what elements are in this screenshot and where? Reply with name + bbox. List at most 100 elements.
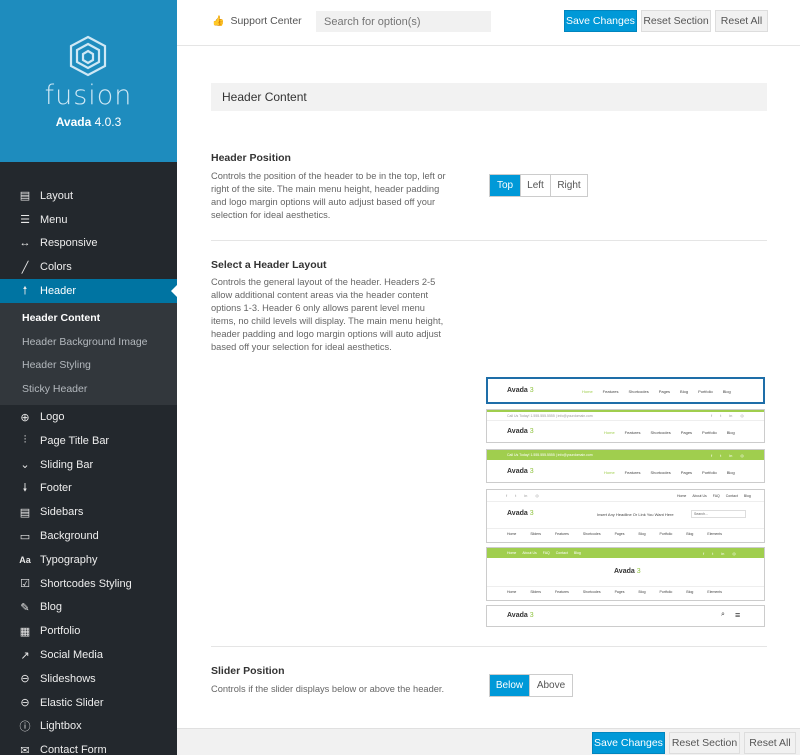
- chevron-down-icon: ⌄: [20, 459, 30, 472]
- thumb-top-links: Home About Us FAQ Contact Blog: [677, 494, 751, 498]
- header-layout-4-thumbnail[interactable]: f t in ◎ Home About Us FAQ Contact Blog Avada 3…: [486, 489, 765, 543]
- header-layout-title: Select a Header Layout: [211, 259, 327, 271]
- thumb-contact: Call Us Today! 1.555.555.5555 | info@you…: [507, 453, 593, 457]
- sidebar-item-contact-form[interactable]: ✉ Contact Form: [0, 738, 177, 755]
- header-subnav: Header Content Header Background Image H…: [0, 302, 177, 406]
- arrow-up-icon: 🠕: [22, 284, 28, 297]
- subnav-header-styling[interactable]: Header Styling: [0, 354, 177, 378]
- subnav-sticky-header[interactable]: Sticky Header: [0, 377, 177, 401]
- header-layout-1-thumbnail[interactable]: Avada 3 Home Features Shortcodes Pages Blog P…: [486, 377, 765, 404]
- sidebar-item-colors[interactable]: ╱ Colors: [0, 255, 177, 279]
- sidebar-item-shortcodes-styling[interactable]: ☑ Shortcodes Styling: [0, 572, 177, 596]
- thumb-search-icon: ⌕: [721, 611, 725, 618]
- bottom-toolbar: Save Changes Reset Section Reset All: [177, 728, 800, 755]
- typography-icon: Aa: [19, 554, 31, 565]
- thumb-contact: Call Us Today! 1.555.555.5555 | info@you…: [507, 414, 593, 418]
- subnav-header-content[interactable]: Header Content: [0, 306, 177, 330]
- header-position-top-option[interactable]: Top: [490, 175, 521, 196]
- arrows-horizontal-icon: ↔: [19, 237, 31, 250]
- sidebar-item-portfolio[interactable]: ▦ Portfolio: [0, 619, 177, 643]
- divider: [211, 646, 767, 647]
- sidebar-item-sidebars[interactable]: ▤ Sidebars: [0, 500, 177, 524]
- thumb-logo: Avada 3: [507, 468, 534, 475]
- info-icon: ⓘ: [19, 721, 31, 734]
- save-changes-button-bottom[interactable]: Save Changes: [592, 732, 665, 754]
- slider-position-desc: Controls if the slider displays below or…: [211, 684, 445, 694]
- sidebar-item-lightbox[interactable]: ⓘ Lightbox: [0, 715, 177, 739]
- sidebar-item-menu[interactable]: ☰ Menu: [0, 208, 177, 232]
- sidebar-item-header[interactable]: 🠕 Header: [0, 279, 177, 303]
- header-layout-6-thumbnail[interactable]: Avada 3 ⌕ ≡: [486, 605, 765, 627]
- thumb-logo: Avada 3: [507, 612, 534, 619]
- thumb-social-icons: f t in ◎: [703, 551, 736, 556]
- checkbox-icon: ☑: [20, 578, 30, 591]
- support-center-link[interactable]: 👍 Support Center: [212, 15, 302, 27]
- sidebar-item-footer[interactable]: 🠗 Footer: [0, 477, 177, 501]
- thumb-menu: Home Features Shortcodes Pages Portfolio Blog: [604, 430, 735, 435]
- arrow-down-icon: 🠗: [22, 481, 28, 494]
- top-toolbar: 👍 Support Center Save Changes Reset Sect…: [177, 0, 800, 46]
- section-title: Header Content: [211, 83, 767, 111]
- subnav-header-background-image[interactable]: Header Background Image: [0, 330, 177, 354]
- thumb-accent-bar: [487, 410, 764, 412]
- header-position-title: Header Position: [211, 152, 291, 164]
- sidebar: fusion Avada 4.0.3 ▤ Layout ☰ Menu ↔ Respon…: [0, 0, 177, 755]
- header-layout-2-thumbnail[interactable]: Call Us Today! 1.555.555.5555 | info@you…: [486, 409, 765, 443]
- plus-circle-icon: ⊕: [20, 411, 30, 424]
- sidebar-item-elastic-slider[interactable]: ⊖ Elastic Slider: [0, 691, 177, 715]
- share-icon: ↗: [20, 649, 30, 662]
- header-position-selector: Top Left Right: [489, 174, 588, 197]
- header-position-desc: Controls the position of the header to b…: [211, 171, 446, 220]
- header-position-left-option[interactable]: Left: [521, 175, 551, 196]
- options-panel: Header Content Header Position Controls …: [177, 47, 800, 755]
- reset-all-button[interactable]: Reset All: [715, 10, 768, 32]
- thumb-logo: Avada 3: [507, 428, 534, 435]
- sidebar-item-responsive[interactable]: ↔ Responsive: [0, 232, 177, 256]
- envelope-icon: ✉: [20, 744, 30, 755]
- sidebar-nav: ▤ Layout ☰ Menu ↔ Responsive ╱ Colors 🠕 Heade…: [0, 184, 177, 755]
- brand-panel: fusion Avada 4.0.3: [0, 0, 177, 162]
- edit-icon: ✎: [20, 601, 30, 614]
- header-position-right-option[interactable]: Right: [551, 175, 587, 196]
- thumb-hamburger-icon: ≡: [735, 610, 741, 620]
- sidebar-item-typography[interactable]: Aa Typography: [0, 548, 177, 572]
- sidebar-item-logo[interactable]: ⊕ Logo: [0, 405, 177, 429]
- sidebar-item-page-title-bar[interactable]: ⫶ Page Title Bar: [0, 429, 177, 453]
- thumb-social-icons: f t in ◎: [711, 413, 744, 418]
- sidebar-item-sliding-bar[interactable]: ⌄ Sliding Bar: [0, 453, 177, 477]
- thumb-logo: Avada 3: [507, 387, 534, 394]
- monitor-icon: ▭: [19, 530, 31, 543]
- reset-section-button[interactable]: Reset Section: [641, 10, 711, 32]
- thumb-menu: Home Sliders Features Shortcodes Pages Blog Po…: [507, 532, 722, 536]
- sidebar-item-layout[interactable]: ▤ Layout: [0, 184, 177, 208]
- sidebar-item-blog[interactable]: ✎ Blog: [0, 596, 177, 620]
- layout-icon: ▤: [19, 190, 31, 203]
- save-changes-button[interactable]: Save Changes: [564, 10, 637, 32]
- header-layout-5-thumbnail[interactable]: Home About Us FAQ Contact Blog f t in ◎ Avada 3…: [486, 547, 765, 601]
- thumb-logo: Avada 3: [507, 510, 534, 517]
- product-version: Avada 4.0.3: [55, 115, 122, 129]
- reset-all-button-bottom[interactable]: Reset All: [744, 732, 796, 754]
- thumb-logo: Avada 3: [614, 568, 641, 575]
- thumb-menu: Home Features Shortcodes Pages Portfolio Blog: [604, 470, 735, 475]
- header-layout-desc: Controls the general layout of the heade…: [211, 277, 444, 352]
- slider-position-below-option[interactable]: Below: [490, 675, 530, 696]
- thumb-headline: Insert Any Headline Or Link You Want Her…: [597, 512, 674, 517]
- thumb-top-links: Home About Us FAQ Contact Blog: [507, 551, 581, 555]
- sidebar-icon: ▤: [19, 506, 31, 519]
- minus-circle-icon: ⊖: [20, 673, 30, 686]
- search-input[interactable]: [316, 11, 491, 32]
- header-layout-3-thumbnail[interactable]: Call Us Today! 1.555.555.5555 | info@you…: [486, 449, 765, 483]
- fusion-logo-text: fusion: [44, 80, 133, 111]
- sidebar-item-background[interactable]: ▭ Background: [0, 524, 177, 548]
- sidebar-item-social-media[interactable]: ↗ Social Media: [0, 643, 177, 667]
- thumb-menu: Home Features Shortcodes Pages Blog Portfolio…: [582, 389, 731, 394]
- grid-icon: ▦: [19, 625, 31, 638]
- reset-section-button-bottom[interactable]: Reset Section: [669, 732, 740, 754]
- thumb-social-icons: f t in ◎: [506, 493, 539, 498]
- sliders-icon: ⫶: [23, 434, 27, 447]
- divider: [211, 240, 767, 241]
- brush-icon: ╱: [21, 261, 29, 274]
- slider-position-above-option[interactable]: Above: [530, 675, 572, 696]
- sidebar-item-slideshows[interactable]: ⊖ Slideshows: [0, 667, 177, 691]
